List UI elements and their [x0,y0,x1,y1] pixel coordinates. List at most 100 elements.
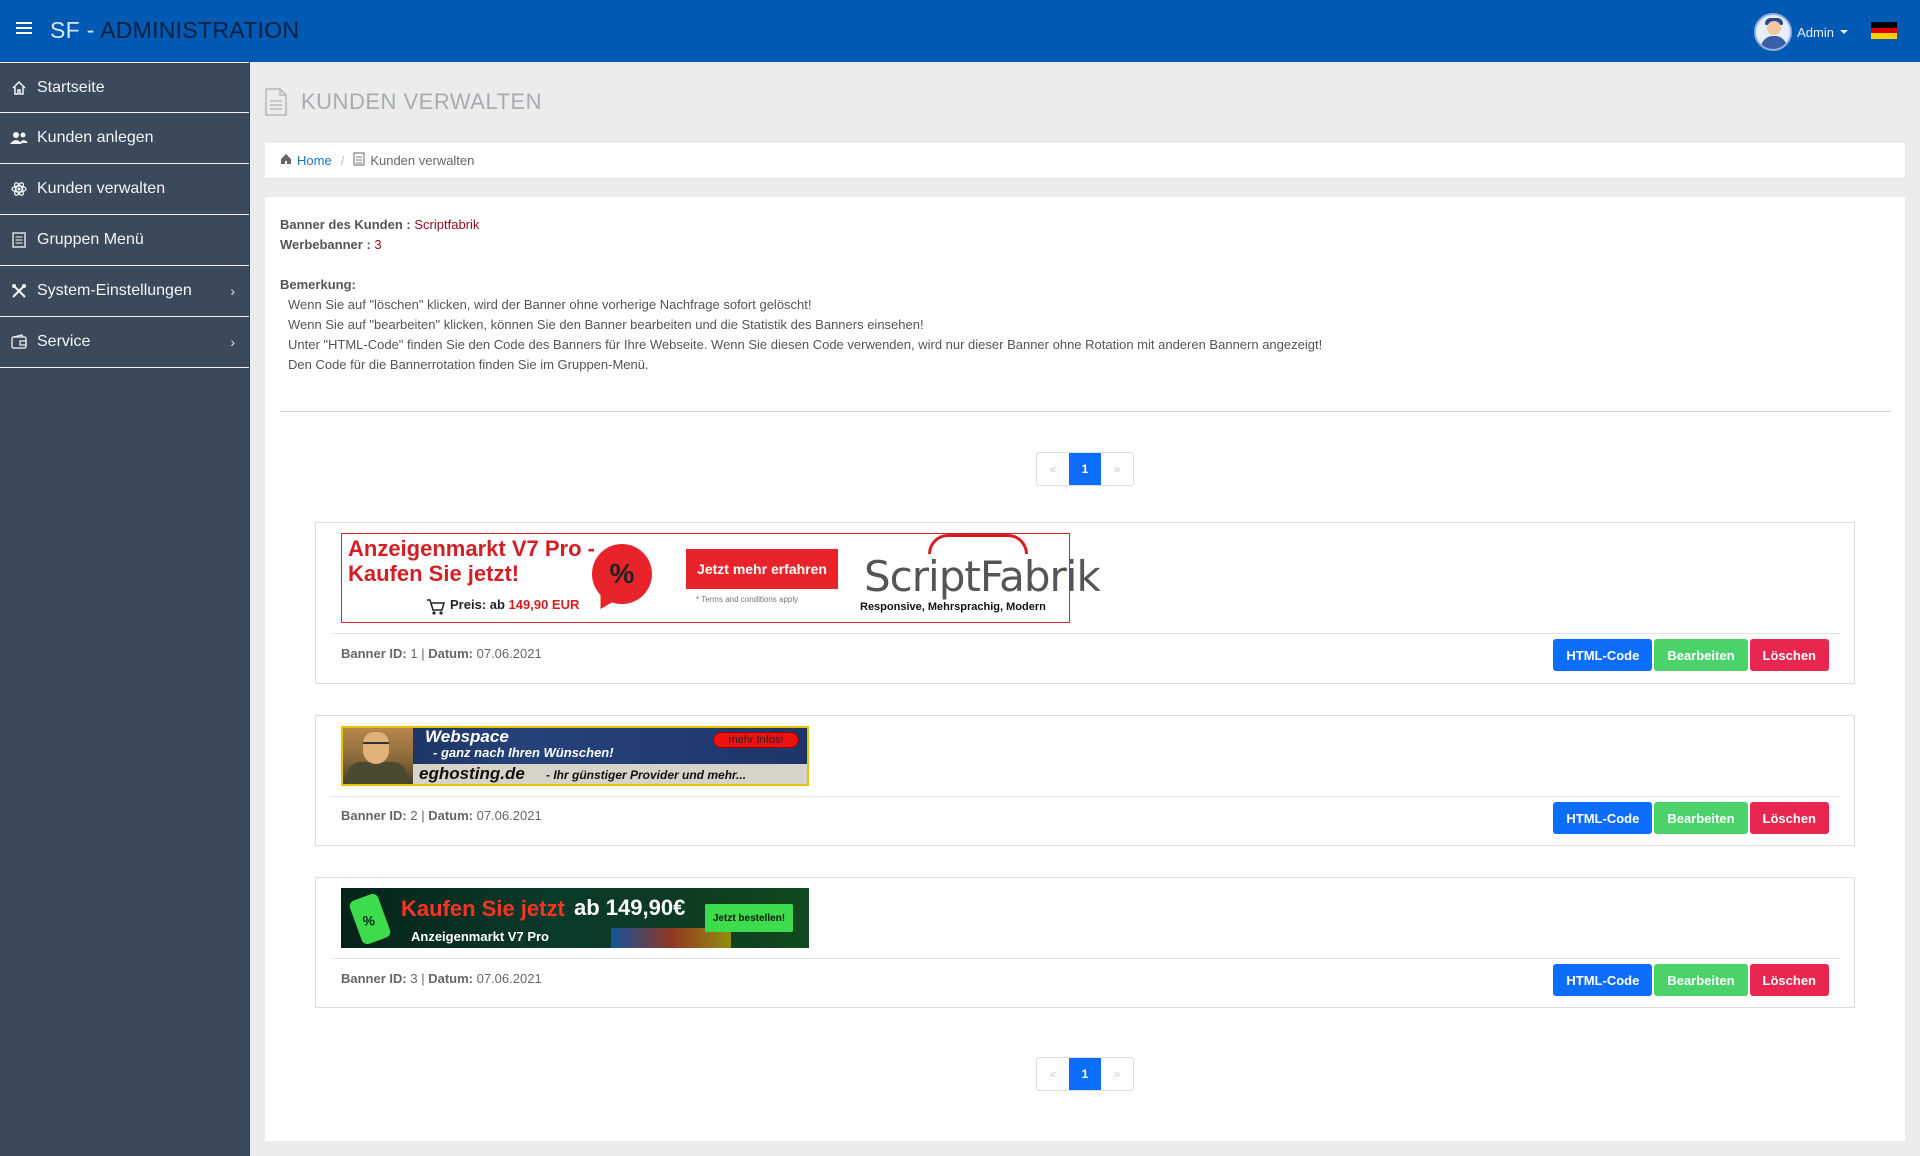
banner-date-label: Datum: [428,646,473,661]
edit-button[interactable]: Bearbeiten [1654,802,1748,834]
banner-count-value: 3 [374,237,382,252]
banner-product: Anzeigenmarkt V7 Pro [411,929,549,944]
banner-date: 07.06.2021 [476,808,542,823]
sidebar-item-label: Service [37,333,91,350]
banner-date-label: Datum: [428,808,473,823]
app-brand[interactable]: SF - ADMINISTRATION [50,17,299,44]
banner-image[interactable]: Webspace - ganz nach Ihren Wünschen! meh… [341,726,809,786]
sidebar-item-label: Gruppen Menü [37,231,144,248]
banner-actions: HTML-Code Bearbeiten Löschen [1551,639,1829,671]
document-icon [265,88,287,116]
chevron-right-icon: › [230,283,235,299]
banner-customer-label: Banner des Kunden : [280,217,411,232]
card-divider [331,796,1841,797]
avatar[interactable] [1754,13,1793,51]
banner-price: 149,90 EUR [508,597,580,612]
sidebar-item-kunden-anlegen[interactable]: Kunden anlegen [0,113,249,164]
remark-line: Den Code für die Bannerrotation finden S… [288,357,649,372]
top-navbar: SF - ADMINISTRATION Admin [0,0,1920,62]
breadcrumb-home-link[interactable]: Home [297,153,332,168]
pagination-prev[interactable]: « [1037,1058,1069,1090]
remark-line: Wenn Sie auf "bearbeiten" klicken, könne… [288,317,924,332]
delete-button[interactable]: Löschen [1749,639,1829,671]
banner-terms: * Terms and conditions apply [696,595,799,604]
html-code-button[interactable]: HTML-Code [1553,802,1653,834]
remarks-section: Bemerkung: Wenn Sie auf "löschen" klicke… [280,275,1322,375]
banner-cta: Jetzt mehr erfahren [686,549,838,589]
banner-card: Anzeigenmarkt V7 Pro - Kaufen Sie jetzt! … [315,522,1855,684]
card-divider [331,633,1841,634]
breadcrumb-separator: / [340,153,345,168]
sidebar-item-label: Kunden anlegen [37,129,154,146]
delete-button[interactable]: Löschen [1749,802,1829,834]
chevron-right-icon: › [230,334,235,350]
home-icon [10,79,28,97]
banner-meta: Banner ID: 3 | Datum: 07.06.2021 [341,971,542,986]
user-name: Admin [1797,24,1834,40]
cart-icon [426,598,446,619]
banner-id: 1 [410,646,418,661]
pagination-page-1[interactable]: 1 [1069,453,1101,485]
content-panel: Banner des Kunden : Scriptfabrik Werbeba… [265,197,1905,1141]
banner-date-label: Datum: [428,971,473,986]
banner-price: ab 149,90€ [574,895,686,920]
german-flag-icon[interactable] [1871,22,1897,40]
divider [280,411,1890,412]
html-code-button[interactable]: HTML-Code [1553,639,1653,671]
sidebar-item-label: Startseite [37,78,105,96]
delete-button[interactable]: Löschen [1749,964,1829,996]
pagination-next[interactable]: » [1101,1058,1133,1090]
pagination-top: « 1 » [1036,452,1134,486]
banner-id: 3 [410,971,418,986]
banner-title: Kaufen Sie jetzt [401,896,565,921]
banner-id: 2 [410,808,418,823]
tools-icon [10,282,28,300]
edit-button[interactable]: Bearbeiten [1654,964,1748,996]
banner-id-label: Banner ID: [341,971,407,986]
sidebar-item-label: System-Einstellungen [37,282,192,299]
banner-actions: HTML-Code Bearbeiten Löschen [1551,802,1829,834]
brand-prefix: SF - [50,17,101,43]
card-divider [331,958,1841,959]
html-code-button[interactable]: HTML-Code [1553,964,1653,996]
sidebar-item-startseite[interactable]: Startseite [0,62,249,113]
customer-info: Banner des Kunden : Scriptfabrik Werbeba… [280,215,479,255]
remark-line: Wenn Sie auf "löschen" klicken, wird der… [288,297,812,312]
banner-tagline: Responsive, Mehrsprachig, Modern [860,601,1046,613]
pagination-prev[interactable]: « [1037,453,1069,485]
percent-icon: % [362,912,375,929]
banner-date: 07.06.2021 [476,971,542,986]
banner-customer-value: Scriptfabrik [414,217,480,232]
sidebar-item-system-einstellungen[interactable]: System-Einstellungen › [0,266,249,317]
page-title-text: KUNDEN VERWALTEN [301,89,543,114]
document-icon [353,152,365,169]
banner-image[interactable]: Anzeigenmarkt V7 Pro - Kaufen Sie jetzt! … [341,533,1101,623]
caret-down-icon [1840,30,1848,34]
atom-icon [10,180,28,198]
list-icon [10,231,28,249]
banner-image[interactable]: % Kaufen Sie jetzt ab 149,90€ Anzeigenma… [341,888,809,948]
banner-meta: Banner ID: 2 | Datum: 07.06.2021 [341,808,542,823]
banner-date: 07.06.2021 [476,646,542,661]
banner-cta: Jetzt bestellen! [705,904,793,932]
sidebar-item-label: Kunden verwalten [37,180,166,197]
percent-icon: % [592,544,652,604]
breadcrumb-current: Kunden verwalten [370,153,475,168]
sidebar: Startseite Kunden anlegen Kunden verwalt… [0,62,250,1156]
banner-card: Webspace - ganz nach Ihren Wünschen! meh… [315,715,1855,846]
sidebar-item-gruppen-menu[interactable]: Gruppen Menü [0,215,249,266]
sidebar-item-service[interactable]: Service › [0,317,249,368]
pagination-next[interactable]: » [1101,453,1133,485]
breadcrumb: Home / Kunden verwalten [265,143,1905,179]
user-menu[interactable]: Admin [1754,13,1848,51]
edit-button[interactable]: Bearbeiten [1654,639,1748,671]
sidebar-item-kunden-verwalten[interactable]: Kunden verwalten [0,164,249,215]
banner-title-line1: Anzeigenmarkt V7 Pro - [348,536,595,561]
banner-title-line2: Kaufen Sie jetzt! [348,561,520,586]
pagination-bottom: « 1 » [1036,1057,1134,1091]
banner-card: % Kaufen Sie jetzt ab 149,90€ Anzeigenma… [315,877,1855,1008]
price-tag-icon: % [348,892,392,946]
logo-arc-icon [928,534,1028,554]
hamburger-menu-icon[interactable] [16,22,32,36]
pagination-page-1[interactable]: 1 [1069,1058,1101,1090]
